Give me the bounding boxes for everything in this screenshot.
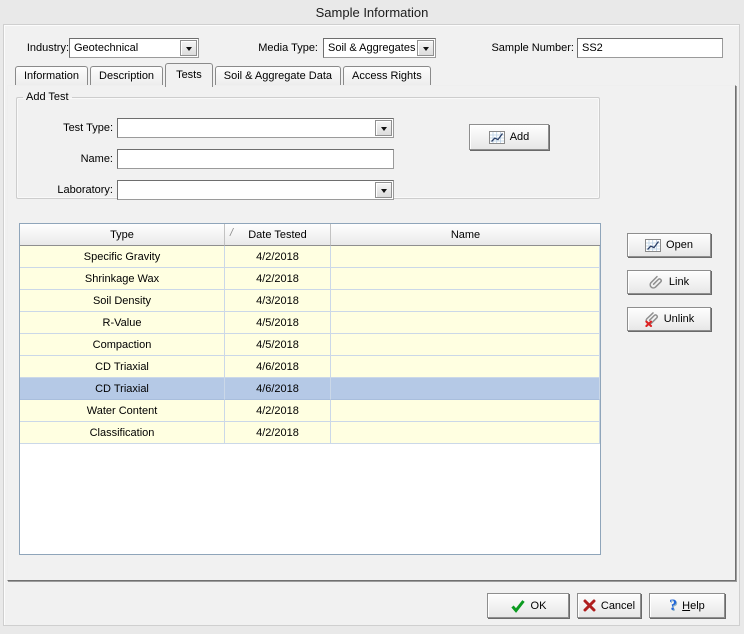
red-x-icon (583, 599, 596, 612)
blue-question-icon: ? (669, 599, 677, 613)
help-button-label: Help (682, 600, 705, 612)
chevron-down-icon[interactable] (180, 40, 197, 56)
open-button-label: Open (666, 239, 693, 251)
dialog-panel: Industry: Geotechnical Media Type: Soil … (3, 24, 740, 626)
tests-tab-panel: Add Test Test Type: Name: Laboratory: (7, 85, 736, 581)
cancel-button[interactable]: Cancel (577, 593, 641, 618)
help-button[interactable]: ? Help (649, 593, 725, 618)
tab-soil-aggregate-data[interactable]: Soil & Aggregate Data (215, 66, 341, 86)
chart-grid-icon (645, 239, 661, 252)
chart-grid-icon (489, 131, 505, 144)
chevron-down-icon[interactable] (375, 182, 392, 198)
tab-description[interactable]: Description (90, 66, 163, 86)
test-name-input[interactable] (117, 149, 394, 169)
table-row[interactable]: Shrinkage Wax 4/2/2018 (20, 268, 600, 290)
ok-button[interactable]: OK (487, 593, 569, 618)
paperclip-icon (649, 275, 664, 290)
col-name[interactable]: Name (331, 224, 600, 246)
col-type[interactable]: Type (20, 224, 225, 246)
unlink-button[interactable]: Unlink (627, 307, 711, 331)
add-test-groupbox: Add Test Test Type: Name: Laboratory: (16, 91, 600, 199)
window-title: Sample Information (0, 5, 744, 20)
industry-value: Geotechnical (70, 42, 179, 54)
table-row[interactable]: CD Triaxial 4/6/2018 (20, 356, 600, 378)
media-type-select[interactable]: Soil & Aggregates (323, 38, 436, 58)
table-row[interactable]: Classification 4/2/2018 (20, 422, 600, 444)
col-date-tested[interactable]: / Date Tested (225, 224, 331, 246)
add-button[interactable]: Add (469, 124, 549, 150)
link-button-label: Link (669, 276, 689, 288)
table-row-selected[interactable]: CD Triaxial 4/6/2018 (20, 378, 600, 400)
link-button[interactable]: Link (627, 270, 711, 294)
chevron-down-icon[interactable] (375, 120, 392, 136)
media-type-value: Soil & Aggregates (324, 42, 416, 54)
green-check-icon (510, 599, 526, 613)
cancel-button-label: Cancel (601, 600, 635, 612)
table-row[interactable]: Specific Gravity 4/2/2018 (20, 246, 600, 268)
sort-ascending-icon: / (230, 227, 233, 239)
tab-tests[interactable]: Tests (165, 63, 213, 87)
add-button-label: Add (510, 131, 530, 143)
table-header: Type / Date Tested Name (20, 224, 600, 246)
laboratory-select[interactable] (117, 180, 394, 200)
table-row[interactable]: Soil Density 4/3/2018 (20, 290, 600, 312)
tests-table: Type / Date Tested Name Specific Gravity… (19, 223, 601, 555)
test-type-select[interactable] (117, 118, 394, 138)
paperclip-x-icon (644, 312, 659, 327)
table-row[interactable]: Water Content 4/2/2018 (20, 400, 600, 422)
laboratory-label: Laboratory: (23, 183, 113, 197)
chevron-down-icon[interactable] (417, 40, 434, 56)
open-button[interactable]: Open (627, 233, 711, 257)
table-row[interactable]: R-Value 4/5/2018 (20, 312, 600, 334)
tab-access-rights[interactable]: Access Rights (343, 66, 431, 86)
industry-label: Industry: (14, 41, 69, 55)
sample-number-label: Sample Number: (482, 41, 574, 55)
test-name-label: Name: (23, 152, 113, 166)
tab-information[interactable]: Information (15, 66, 88, 86)
tab-bar: Information Description Tests Soil & Agg… (15, 62, 433, 86)
media-type-label: Media Type: (250, 41, 318, 55)
unlink-button-label: Unlink (664, 313, 695, 325)
sample-number-input[interactable] (577, 38, 723, 58)
table-row[interactable]: Compaction 4/5/2018 (20, 334, 600, 356)
industry-select[interactable]: Geotechnical (69, 38, 199, 58)
add-test-group-label: Add Test (23, 91, 72, 103)
test-type-label: Test Type: (23, 121, 113, 135)
ok-button-label: OK (531, 600, 547, 612)
